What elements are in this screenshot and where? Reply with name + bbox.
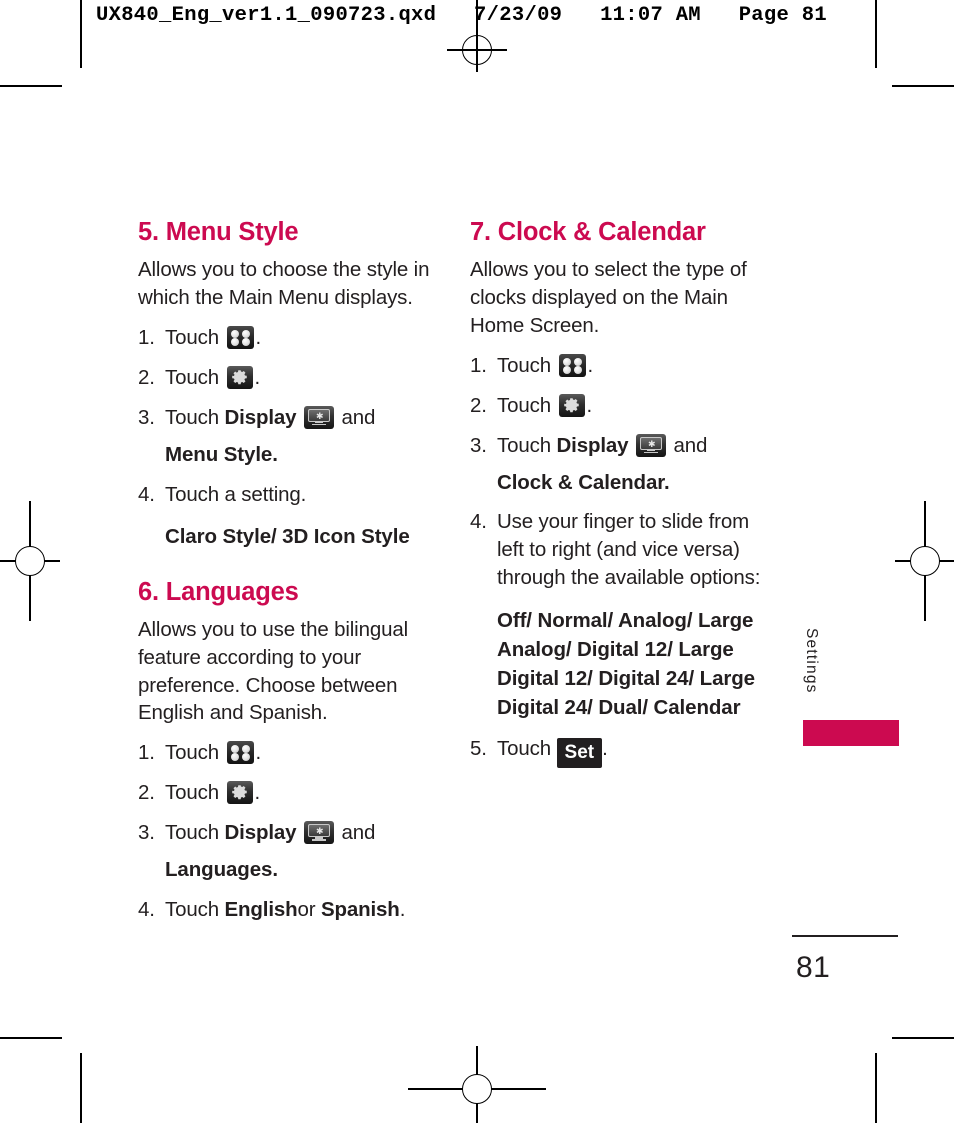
right-column: 7. Clock & Calendar Allows you to select… [470,218,770,780]
step-punctuation: . [399,897,406,921]
step-options-list: Off/ Normal/ Analog/ Large Analog/ Digit… [497,609,755,720]
step-number: 3. [138,821,155,845]
step-bold-term: Display [556,433,629,457]
list-item: 4. Touch a setting. Claro Style/ 3D Icon… [138,481,438,552]
step-conjunction: and [341,405,376,429]
step-number: 3. [470,433,487,457]
menu-grid-icon[interactable] [226,741,254,765]
display-icon[interactable]: ✱ [303,405,334,429]
step-text: Touch [165,897,219,921]
step-text: Use your finger to slide from left to ri… [497,510,761,590]
page-number: 81 [796,951,831,984]
gear-icon[interactable] [226,781,253,805]
side-tab-label: Settings [803,628,820,694]
step-bold-term: Display [224,821,297,845]
step-text: Touch [497,736,551,760]
step-number: 1. [138,326,155,350]
step-punctuation: . [255,741,262,765]
list-item: 1. Touch . [138,739,438,767]
step-text: Touch [165,741,219,765]
left-column: 5. Menu Style Allows you to choose the s… [138,218,438,936]
menu-grid-icon[interactable] [226,326,254,350]
step-bold-term: English [224,897,298,921]
step-punctuation: . [664,470,670,494]
step-bold-term-secondary: Languages. [165,857,278,881]
step-conjunction: or [297,897,316,921]
step-text: Touch a setting. [165,482,307,506]
step-punctuation: . [272,442,278,466]
section-title-languages: 6. Languages [138,577,299,606]
list-item: 3. Touch Display ✱ and Menu Style. [138,404,438,469]
manual-page: 5. Menu Style Allows you to choose the s… [0,0,954,1123]
step-punctuation: . [272,857,278,881]
section-intro-clock-calendar: Allows you to select the type of clocks … [470,258,747,338]
step-text: Touch [497,393,551,417]
step-text: Touch [165,781,219,805]
step-number: 4. [138,897,155,921]
folio-rule [792,935,898,937]
step-number: 2. [138,365,155,389]
step-punctuation: . [254,365,261,389]
list-item: 5. Touch Set. [470,735,770,768]
section-title-clock-calendar: 7. Clock & Calendar [470,218,706,246]
step-bold-term-secondary: Clock & Calendar. [497,470,670,494]
list-item: 2. Touch . [138,779,438,807]
section-title-menu-style: 5. Menu Style [138,218,299,246]
step-number: 2. [138,781,155,805]
step-number: 1. [138,741,155,765]
step-number: 3. [138,405,155,429]
gear-icon[interactable] [558,393,585,417]
step-text: Touch [165,405,219,429]
list-item: 4. Touch Englishor Spanish. [138,896,438,924]
step-number: 5. [470,736,487,760]
menu-grid-icon[interactable] [558,353,586,377]
display-icon[interactable]: ✱ [635,433,666,457]
step-bold-term-secondary: Menu Style. [165,442,278,466]
steps-list-menu-style: 1. Touch . 2. Touch . 3. Touch Display ✱… [138,324,438,551]
step-options-list: Claro Style/ 3D Icon Style [165,525,410,549]
step-number: 4. [470,510,487,534]
step-number: 4. [138,482,155,506]
step-text: Touch [497,433,551,457]
steps-list-languages: 1. Touch . 2. Touch . 3. Touch Display ✱… [138,739,438,923]
step-punctuation: . [254,781,261,805]
step-text: Touch [165,365,219,389]
display-icon[interactable]: ✱ [303,821,334,845]
step-text: Touch [497,353,551,377]
list-item: 4. Use your finger to slide from left to… [470,508,770,722]
gear-icon[interactable] [226,365,253,389]
steps-list-clock-calendar: 1. Touch . 2. Touch . 3. Touch Display ✱… [470,352,770,768]
set-button[interactable]: Set [556,737,603,768]
side-tab-marker [803,720,899,746]
list-item: 2. Touch . [138,364,438,392]
step-bold-term: Display [224,405,297,429]
step-text: Touch [165,326,219,350]
list-item: 2. Touch . [470,392,770,420]
list-item: 1. Touch . [470,352,770,380]
step-punctuation: . [587,353,594,377]
step-punctuation: . [255,326,262,350]
step-number: 1. [470,353,487,377]
step-number: 2. [470,393,487,417]
list-item: 1. Touch . [138,324,438,352]
step-punctuation: . [586,393,593,417]
section-intro-menu-style: Allows you to choose the style in which … [138,258,430,310]
step-bold-term-secondary: Spanish [320,897,400,921]
list-item: 3. Touch Display ✱ and Clock & Calendar. [470,432,770,497]
step-conjunction: and [673,433,708,457]
section-intro-languages: Allows you to use the bilingual feature … [138,617,408,725]
step-punctuation: . [602,736,608,760]
list-item: 3. Touch Display ✱ and Languages. [138,819,438,884]
step-text: Touch [165,821,219,845]
step-conjunction: and [341,821,376,845]
